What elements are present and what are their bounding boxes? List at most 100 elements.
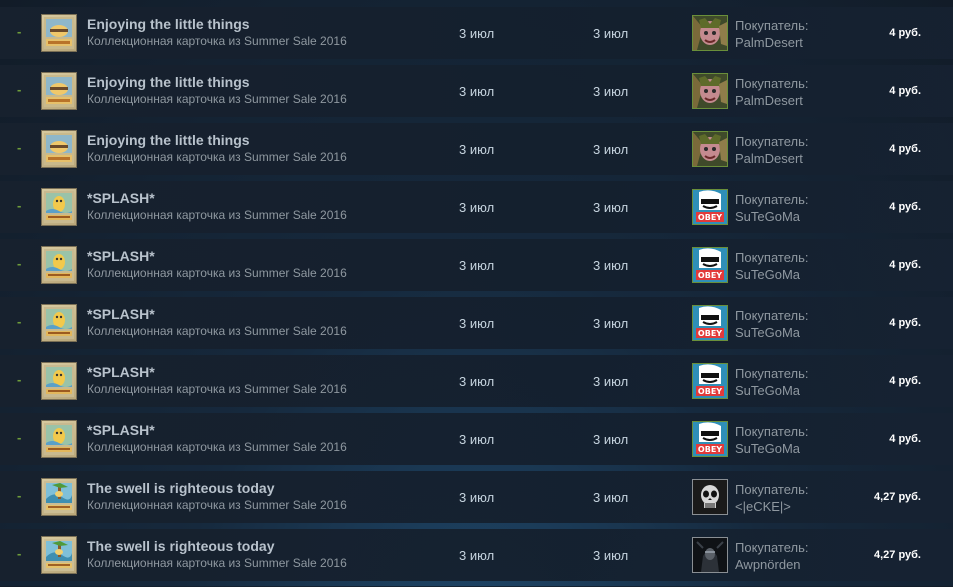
price: 4 руб. — [889, 27, 921, 39]
item-name-link[interactable]: *SPLASH* — [87, 306, 155, 322]
svg-text:OBEY: OBEY — [698, 445, 722, 454]
listed-date: 3 июл — [459, 142, 495, 157]
item-name-link[interactable]: *SPLASH* — [87, 248, 155, 264]
enjoying-card-icon[interactable] — [41, 130, 77, 168]
item-game-name: Коллекционная карточка из Summer Sale 20… — [87, 266, 347, 280]
item-game-name: Коллекционная карточка из Summer Sale 20… — [87, 92, 347, 106]
item-name-link[interactable]: Enjoying the little things — [87, 74, 250, 90]
listed-date: 3 июл — [459, 432, 495, 447]
svg-text:OBEY: OBEY — [698, 271, 722, 280]
item-name-link[interactable]: *SPLASH* — [87, 364, 155, 380]
palmdesert-avatar[interactable] — [692, 73, 728, 109]
palmdesert-avatar[interactable] — [692, 15, 728, 51]
buyer-label: Покупатель: — [735, 134, 809, 149]
listed-date: 3 июл — [459, 258, 495, 273]
status-dash: - — [17, 546, 22, 561]
market-history-row: - *SPLASH* Коллекционная карточка из Sum… — [0, 181, 953, 233]
sutegoma-avatar[interactable]: OBEY — [692, 421, 728, 457]
splash-card-icon[interactable] — [41, 420, 77, 458]
status-dash: - — [17, 24, 22, 39]
listed-date: 3 июл — [459, 490, 495, 505]
buyer-name-link[interactable]: PalmDesert — [735, 35, 803, 50]
buyer-name-link[interactable]: SuTeGoMa — [735, 325, 800, 340]
market-history-row: - The swell is righteous today Коллекцио… — [0, 471, 953, 523]
splash-card-icon[interactable] — [41, 188, 77, 226]
price: 4,27 руб. — [873, 491, 921, 503]
buyer-name-link[interactable]: PalmDesert — [735, 151, 803, 166]
buyer-label: Покупатель: — [735, 540, 809, 555]
status-dash: - — [17, 372, 22, 387]
sold-date: 3 июл — [593, 316, 629, 331]
item-name-link[interactable]: Enjoying the little things — [87, 132, 250, 148]
item-name-link[interactable]: *SPLASH* — [87, 422, 155, 438]
item-game-name: Коллекционная карточка из Summer Sale 20… — [87, 556, 347, 570]
price: 4 руб. — [889, 85, 921, 97]
sold-date: 3 июл — [593, 26, 629, 41]
item-game-name: Коллекционная карточка из Summer Sale 20… — [87, 382, 347, 396]
sold-date: 3 июл — [593, 258, 629, 273]
status-dash: - — [17, 430, 22, 445]
item-name-link[interactable]: *SPLASH* — [87, 190, 155, 206]
price: 4 руб. — [889, 143, 921, 155]
item-game-name: Коллекционная карточка из Summer Sale 20… — [87, 498, 347, 512]
buyer-name-link[interactable]: SuTeGoMa — [735, 267, 800, 282]
swell-card-icon[interactable] — [41, 478, 77, 516]
item-name-link[interactable]: Enjoying the little things — [87, 16, 250, 32]
price: 4 руб. — [889, 317, 921, 329]
buyer-label: Покупатель: — [735, 18, 809, 33]
status-dash: - — [17, 82, 22, 97]
buyer-label: Покупатель: — [735, 424, 809, 439]
sold-date: 3 июл — [593, 374, 629, 389]
splash-card-icon[interactable] — [41, 362, 77, 400]
market-history-row: - *SPLASH* Коллекционная карточка из Sum… — [0, 239, 953, 291]
market-history-row: - *SPLASH* Коллекционная карточка из Sum… — [0, 413, 953, 465]
sutegoma-avatar[interactable]: OBEY — [692, 189, 728, 225]
listed-date: 3 июл — [459, 548, 495, 563]
sold-date: 3 июл — [593, 142, 629, 157]
status-dash: - — [17, 256, 22, 271]
price: 4 руб. — [889, 375, 921, 387]
market-history-row: - Enjoying the little things Коллекционн… — [0, 65, 953, 117]
buyer-name-link[interactable]: SuTeGoMa — [735, 383, 800, 398]
status-dash: - — [17, 314, 22, 329]
buyer-name-link[interactable]: SuTeGoMa — [735, 209, 800, 224]
buyer-name-link[interactable]: PalmDesert — [735, 93, 803, 108]
sold-date: 3 июл — [593, 432, 629, 447]
skull-avatar[interactable] — [692, 479, 728, 515]
buyer-name-link[interactable]: <|eCKE|> — [735, 499, 791, 514]
sold-date: 3 июл — [593, 84, 629, 99]
market-history-row: - Enjoying the little things Коллекционн… — [0, 123, 953, 175]
item-game-name: Коллекционная карточка из Summer Sale 20… — [87, 208, 347, 222]
listed-date: 3 июл — [459, 316, 495, 331]
svg-text:OBEY: OBEY — [698, 213, 722, 222]
item-name-link[interactable]: The swell is righteous today — [87, 538, 274, 554]
buyer-label: Покупатель: — [735, 482, 809, 497]
sutegoma-avatar[interactable]: OBEY — [692, 305, 728, 341]
enjoying-card-icon[interactable] — [41, 14, 77, 52]
price: 4 руб. — [889, 433, 921, 445]
sutegoma-avatar[interactable]: OBEY — [692, 363, 728, 399]
splash-card-icon[interactable] — [41, 246, 77, 284]
market-history-row: - The swell is righteous today Коллекцио… — [0, 529, 953, 581]
buyer-name-link[interactable]: SuTeGoMa — [735, 441, 800, 456]
item-game-name: Коллекционная карточка из Summer Sale 20… — [87, 324, 347, 338]
dark-figure-avatar[interactable] — [692, 537, 728, 573]
listed-date: 3 июл — [459, 374, 495, 389]
item-game-name: Коллекционная карточка из Summer Sale 20… — [87, 440, 347, 454]
sold-date: 3 июл — [593, 200, 629, 215]
price: 4 руб. — [889, 201, 921, 213]
enjoying-card-icon[interactable] — [41, 72, 77, 110]
buyer-name-link[interactable]: Awpnörden — [735, 557, 801, 572]
palmdesert-avatar[interactable] — [692, 131, 728, 167]
status-dash: - — [17, 198, 22, 213]
sold-date: 3 июл — [593, 548, 629, 563]
price: 4 руб. — [889, 259, 921, 271]
sutegoma-avatar[interactable]: OBEY — [692, 247, 728, 283]
status-dash: - — [17, 488, 22, 503]
item-name-link[interactable]: The swell is righteous today — [87, 480, 274, 496]
splash-card-icon[interactable] — [41, 304, 77, 342]
item-game-name: Коллекционная карточка из Summer Sale 20… — [87, 34, 347, 48]
market-history-list: - Enjoying the little things Коллекционн… — [0, 7, 953, 587]
item-game-name: Коллекционная карточка из Summer Sale 20… — [87, 150, 347, 164]
swell-card-icon[interactable] — [41, 536, 77, 574]
